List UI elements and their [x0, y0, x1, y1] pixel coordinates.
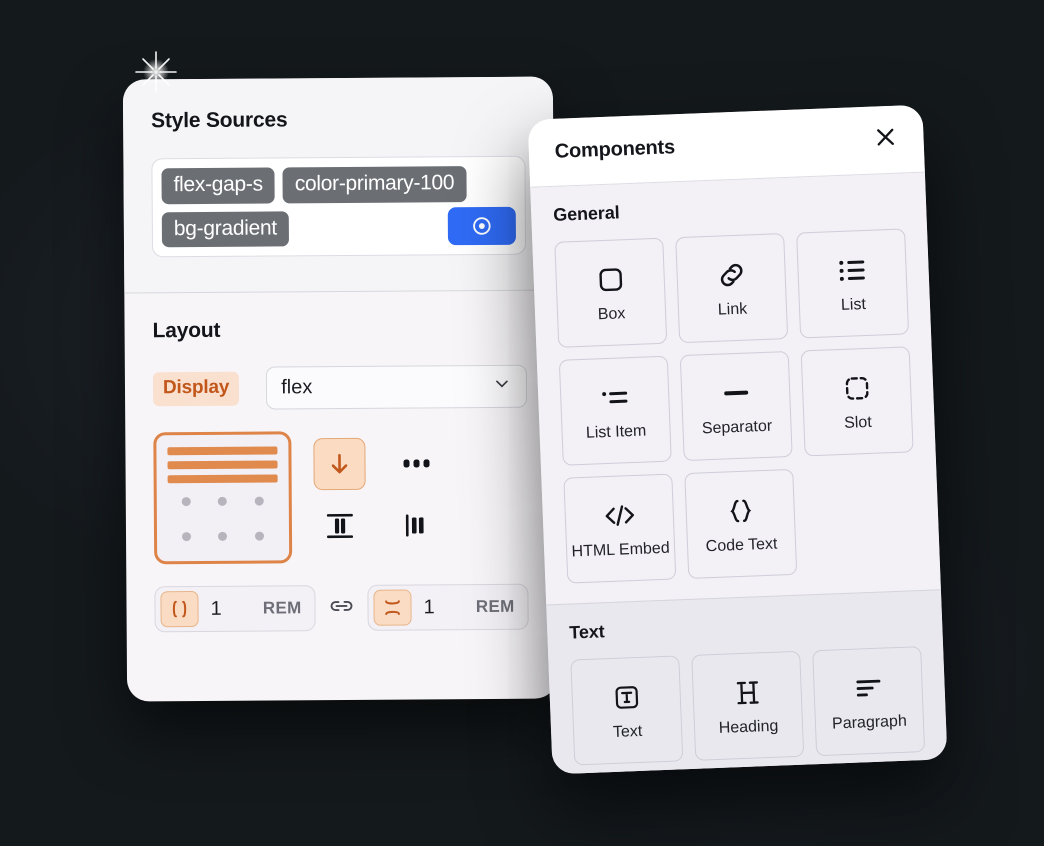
curly-braces-icon [725, 493, 756, 528]
component-label: Box [597, 304, 626, 323]
display-label[interactable]: Display [152, 371, 240, 406]
section-title: Text [568, 621, 605, 643]
app-canvas: Style Sources flex-gap-s color-primary-1… [0, 0, 1044, 846]
component-label: Link [717, 300, 748, 319]
components-section-general: General Box Link List List Item Separato… [530, 172, 941, 605]
components-panel: Components General Box Link List List It… [527, 104, 948, 775]
list-item-icon [599, 380, 630, 415]
paragraph-lines-icon [852, 670, 883, 705]
component-paragraph[interactable]: Paragraph [812, 646, 926, 757]
style-sources-panel: Style Sources flex-gap-s color-primary-1… [122, 76, 558, 702]
component-label: HTML Embed [571, 539, 670, 560]
target-eye-icon[interactable] [447, 206, 516, 246]
style-source-chip[interactable]: flex-gap-s [161, 167, 275, 204]
section-title: General [552, 202, 620, 225]
component-code-text[interactable]: Code Text [684, 468, 798, 579]
component-label: Slot [843, 413, 873, 432]
gap-horizontal-field[interactable]: 1 REM [154, 585, 316, 633]
component-link[interactable]: Link [675, 233, 789, 344]
style-sources-title: Style Sources [151, 108, 288, 133]
style-sources-section: Style Sources flex-gap-s color-primary-1… [122, 76, 555, 294]
layout-section: Layout Display flex 1 REM 1 REM [124, 291, 556, 633]
link-chain-icon[interactable] [326, 595, 356, 620]
components-section-text: Text Text Heading Paragraph [546, 589, 948, 775]
chevron-down-icon [492, 373, 512, 399]
component-text[interactable]: Text [570, 655, 684, 766]
display-select[interactable]: flex [266, 364, 528, 410]
display-row: Display flex [152, 364, 528, 411]
dots-horizontal-icon[interactable] [391, 437, 443, 489]
align-start-horizontal-icon[interactable] [392, 499, 444, 551]
component-label: Paragraph [831, 712, 908, 733]
gap-vertical-field[interactable]: 1 REM [367, 583, 529, 631]
display-select-value: flex [281, 376, 313, 399]
component-html-embed[interactable]: HTML Embed [563, 473, 677, 584]
list-icon [836, 252, 867, 287]
components-title: Components [554, 136, 676, 163]
direction-and-align-row [153, 430, 528, 565]
components-grid: Box Link List List Item Separator Slot H… [554, 228, 918, 584]
component-box[interactable]: Box [554, 237, 668, 348]
flex-column-preview-icon[interactable] [153, 431, 293, 565]
style-sources-input[interactable]: flex-gap-s color-primary-100 bg-gradient [151, 155, 527, 258]
components-grid-text: Text Heading Paragraph [570, 646, 926, 766]
code-tag-icon [602, 497, 637, 532]
component-label: List Item [585, 422, 647, 442]
gap-horizontal-unit: REM [262, 598, 302, 618]
component-label: Text [612, 722, 643, 741]
gap-vertical-value: 1 [423, 595, 435, 618]
component-label: Separator [701, 417, 773, 437]
box-icon [595, 262, 626, 297]
heading-h-icon [732, 675, 763, 710]
separator-icon [720, 375, 751, 410]
align-center-vertical-icon[interactable] [314, 500, 366, 552]
style-source-chip[interactable]: color-primary-100 [282, 166, 467, 203]
layout-title: Layout [152, 318, 221, 343]
component-label: Heading [718, 717, 779, 737]
gap-horizontal-value: 1 [210, 597, 222, 620]
style-source-chip[interactable]: bg-gradient [161, 210, 289, 248]
align-controls [313, 430, 444, 557]
gap-horizontal-icon [160, 590, 199, 628]
link-icon [716, 257, 747, 292]
component-list-item[interactable]: List Item [558, 355, 672, 466]
gap-vertical-icon [373, 589, 412, 626]
component-label: Code Text [705, 535, 778, 555]
gap-controls-row: 1 REM 1 REM [154, 583, 529, 633]
component-heading[interactable]: Heading [691, 650, 805, 761]
component-label: List [840, 295, 867, 314]
gap-vertical-unit: REM [475, 596, 515, 617]
component-list[interactable]: List [796, 228, 910, 339]
component-separator[interactable]: Separator [679, 350, 793, 462]
text-t-icon [611, 679, 642, 714]
component-slot[interactable]: Slot [800, 346, 914, 457]
arrow-down-icon[interactable] [313, 437, 366, 491]
close-icon[interactable] [873, 125, 898, 155]
slot-dashed-icon [841, 370, 872, 405]
